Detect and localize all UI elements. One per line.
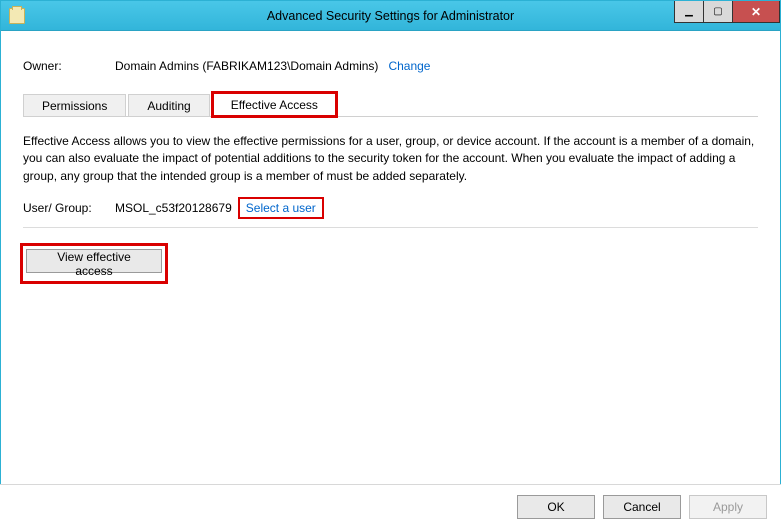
view-effective-access-highlight: View effective access [23, 246, 165, 281]
owner-row: Owner: Domain Admins (FABRIKAM123\Domain… [23, 59, 758, 73]
window-controls: ▁ ▢ ✕ [675, 1, 780, 23]
maximize-button[interactable]: ▢ [703, 1, 733, 23]
view-effective-access-label: View effective access [57, 250, 131, 278]
separator [23, 227, 758, 228]
dialog-content: Owner: Domain Admins (FABRIKAM123\Domain… [1, 31, 780, 281]
owner-value: Domain Admins (FABRIKAM123\Domain Admins… [115, 59, 378, 73]
tab-auditing[interactable]: Auditing [128, 94, 209, 116]
view-effective-access-button[interactable]: View effective access [26, 249, 162, 273]
user-group-value: MSOL_c53f20128679 [115, 201, 232, 215]
title-bar: Advanced Security Settings for Administr… [1, 1, 780, 31]
minimize-button[interactable]: ▁ [674, 1, 704, 23]
tab-strip: Permissions Auditing Effective Access [23, 91, 758, 117]
tab-effective-access[interactable]: Effective Access [212, 92, 337, 117]
effective-access-description: Effective Access allows you to view the … [23, 133, 758, 185]
close-button[interactable]: ✕ [732, 1, 780, 23]
change-owner-link[interactable]: Change [388, 59, 430, 73]
dialog-button-bar: OK Cancel Apply [0, 484, 781, 528]
folder-icon [9, 8, 25, 24]
tab-body-effective-access: Effective Access allows you to view the … [23, 117, 758, 281]
ok-button[interactable]: OK [517, 495, 595, 519]
user-group-label: User/ Group: [23, 201, 115, 215]
apply-button[interactable]: Apply [689, 495, 767, 519]
owner-label: Owner: [23, 59, 115, 73]
tab-permissions[interactable]: Permissions [23, 94, 126, 116]
cancel-button[interactable]: Cancel [603, 495, 681, 519]
window-title: Advanced Security Settings for Administr… [1, 9, 780, 23]
user-group-row: User/ Group: MSOL_c53f20128679 Select a … [23, 199, 758, 217]
select-a-user-link[interactable]: Select a user [240, 199, 322, 217]
